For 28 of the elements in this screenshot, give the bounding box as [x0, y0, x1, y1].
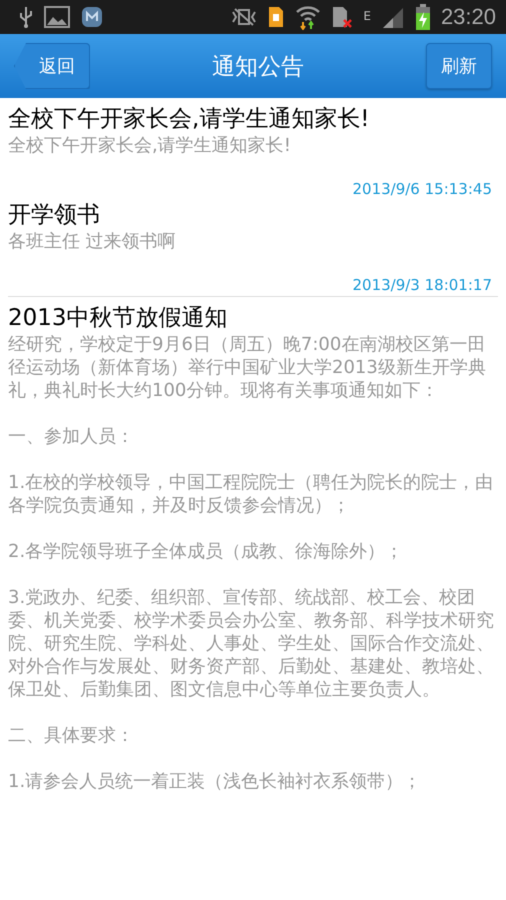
notice-summary: 3.党政办、纪委、组织部、宣传部、统战部、校工会、校团委、机关党委、校学术委员会办公室、教务部、科学技术研究院、研究生院、学科处、人事处、学生处、国际合作交流处、对外合作与发展处、财务资产部、后勤处、基建处、教培处、保卫处、后勤集团、图文信息中心等单位主要负责人。: [8, 586, 495, 701]
app-icon: [80, 5, 104, 29]
refresh-button[interactable]: 刷新: [426, 43, 492, 89]
sim-card-icon: [267, 5, 286, 29]
battery-icon: [414, 4, 431, 30]
notice-summary: 全校下午开家长会,请学生通知家长!: [8, 134, 292, 157]
vibrate-off-icon: [231, 7, 258, 27]
usb-icon: [18, 5, 34, 29]
notice-title[interactable]: 2013中秋节放假通知: [8, 303, 498, 333]
signal-icon: [380, 6, 405, 28]
page-title: 通知公告: [212, 52, 304, 82]
notice-summary: 1.在校的学校领导，中国工程院院士（聘任为院长的院士，由各学院负责通知，并及时反馈参会情况）；: [8, 471, 494, 517]
notice-summary: 2.各学院领导班子全体成员（成教、徐海除外）；: [8, 540, 404, 563]
notice-title[interactable]: 全校下午开家长会,请学生通知家长!: [8, 104, 498, 134]
wifi-icon: [295, 4, 322, 30]
network-type: E: [363, 9, 371, 23]
notice-summary: 一、参加人员：: [8, 425, 135, 448]
notice-summary: 经研究，学校定于9月6日（周五）晚7:00在南湖校区第一田径运动场（新体育场）举行中国矿业大学2013级新生开学典礼，典礼时长大约100分钟。现将有关事项通知如下：: [8, 333, 487, 402]
back-button[interactable]: 返回: [14, 43, 90, 89]
notice-date: 2013/9/6 15:13:45: [352, 180, 493, 198]
clock: 23:20: [440, 4, 496, 30]
picture-icon: [44, 5, 70, 29]
notice-summary: 二、具体要求：: [8, 724, 135, 747]
notice-title[interactable]: 开学领书: [8, 200, 498, 230]
notice-summary: 1.请参会人员统一着正装（浅色长袖衬衣系领带）；: [8, 770, 422, 793]
no-sim-icon: [331, 5, 354, 29]
notice-date: 2013/9/3 18:01:17: [352, 276, 493, 294]
notice-summary: 各班主任 过来领书啊: [8, 230, 177, 253]
